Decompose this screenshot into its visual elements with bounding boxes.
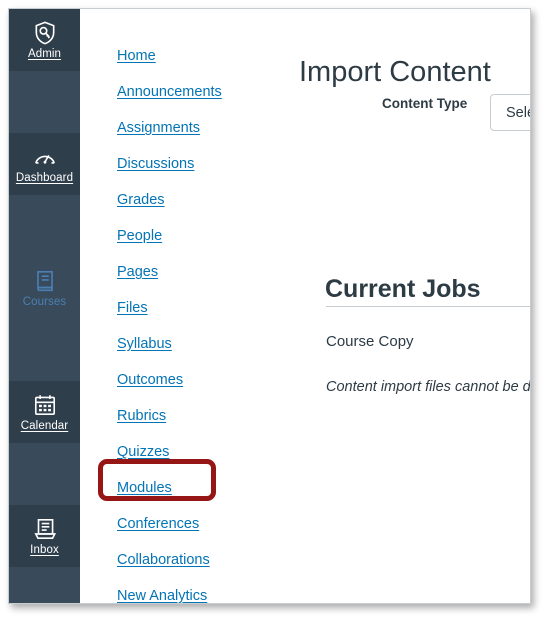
- course-nav-link[interactable]: Conferences: [117, 516, 199, 532]
- inbox-tray-icon: [32, 516, 58, 542]
- course-nav-link[interactable]: Home: [117, 48, 156, 64]
- content-type-select[interactable]: Select: [490, 94, 530, 131]
- course-nav-link[interactable]: Files: [117, 300, 148, 316]
- course-nav-link[interactable]: Rubrics: [117, 408, 166, 424]
- course-nav-link[interactable]: Collaborations: [117, 552, 210, 568]
- job-name-course-copy: Course Copy: [326, 333, 414, 350]
- book-icon: [32, 268, 58, 294]
- course-nav-link[interactable]: Syllabus: [117, 336, 172, 352]
- course-nav-item-new-analytics[interactable]: New Analytics: [80, 578, 230, 603]
- course-nav-item-home[interactable]: Home: [80, 38, 230, 74]
- global-nav-label: Calendar: [20, 419, 69, 432]
- global-nav-label: Inbox: [30, 543, 59, 556]
- calendar-icon: [32, 392, 58, 418]
- page-title: Import Content: [299, 56, 491, 89]
- global-navigation-sidebar: Admin Dashboard Courses Calendar Inbox: [9, 9, 80, 603]
- course-nav-item-syllabus[interactable]: Syllabus: [80, 326, 230, 362]
- global-nav-item-calendar[interactable]: Calendar: [9, 381, 80, 443]
- content-type-label: Content Type: [382, 96, 468, 111]
- content-type-select-value: Select: [506, 104, 530, 121]
- current-jobs-divider: [326, 306, 530, 307]
- global-nav-label: Dashboard: [15, 171, 74, 184]
- course-nav-link[interactable]: Outcomes: [117, 372, 183, 388]
- global-nav-label: Courses: [22, 295, 67, 308]
- course-nav-item-collaborations[interactable]: Collaborations: [80, 542, 230, 578]
- course-nav-item-assignments[interactable]: Assignments: [80, 110, 262, 146]
- course-nav-link[interactable]: Quizzes: [117, 444, 169, 460]
- course-nav-item-quizzes[interactable]: Quizzes: [80, 434, 262, 470]
- course-nav-link[interactable]: Pages: [117, 264, 158, 280]
- course-nav-link[interactable]: People: [117, 228, 162, 244]
- course-nav-item-pages[interactable]: Pages: [80, 254, 262, 290]
- course-nav-link[interactable]: Discussions: [117, 156, 194, 172]
- course-nav-item-modules[interactable]: Modules: [80, 470, 262, 506]
- content-import-note: Content import files cannot be d: [326, 379, 531, 395]
- course-nav-link[interactable]: Modules: [117, 480, 172, 496]
- course-nav-item-rubrics[interactable]: Rubrics: [80, 398, 230, 434]
- course-nav-item-announcements[interactable]: Announcements: [80, 74, 262, 110]
- course-nav-item-grades[interactable]: Grades: [80, 182, 230, 218]
- screenshot-root: Admin Dashboard Courses Calendar Inbox H…: [0, 0, 551, 624]
- shield-key-icon: [32, 20, 58, 46]
- global-nav-item-admin[interactable]: Admin: [9, 9, 80, 71]
- global-nav-item-dashboard[interactable]: Dashboard: [9, 133, 80, 195]
- course-nav-link[interactable]: Announcements: [117, 84, 222, 100]
- browser-window-frame: Admin Dashboard Courses Calendar Inbox H…: [8, 8, 531, 604]
- course-nav-link[interactable]: New Analytics: [117, 588, 207, 603]
- current-jobs-heading: Current Jobs: [325, 274, 481, 303]
- course-nav-item-people[interactable]: People: [80, 218, 230, 254]
- course-nav-item-outcomes[interactable]: Outcomes: [80, 362, 262, 398]
- global-nav-item-courses[interactable]: Courses: [9, 257, 80, 319]
- course-nav-item-files[interactable]: Files: [80, 290, 262, 326]
- speedometer-icon: [32, 144, 58, 170]
- global-nav-item-inbox[interactable]: Inbox: [9, 505, 80, 567]
- course-nav-item-conferences[interactable]: Conferences: [80, 506, 230, 542]
- course-nav-item-discussions[interactable]: Discussions: [80, 146, 230, 182]
- course-nav-link[interactable]: Assignments: [117, 120, 200, 136]
- main-content-panel: Import Content Content Type Select Curre…: [230, 9, 531, 603]
- course-navigation-menu: Home Announcements Assignments Discussio…: [80, 9, 262, 603]
- global-nav-label: Admin: [27, 47, 62, 60]
- course-nav-link[interactable]: Grades: [117, 192, 165, 208]
